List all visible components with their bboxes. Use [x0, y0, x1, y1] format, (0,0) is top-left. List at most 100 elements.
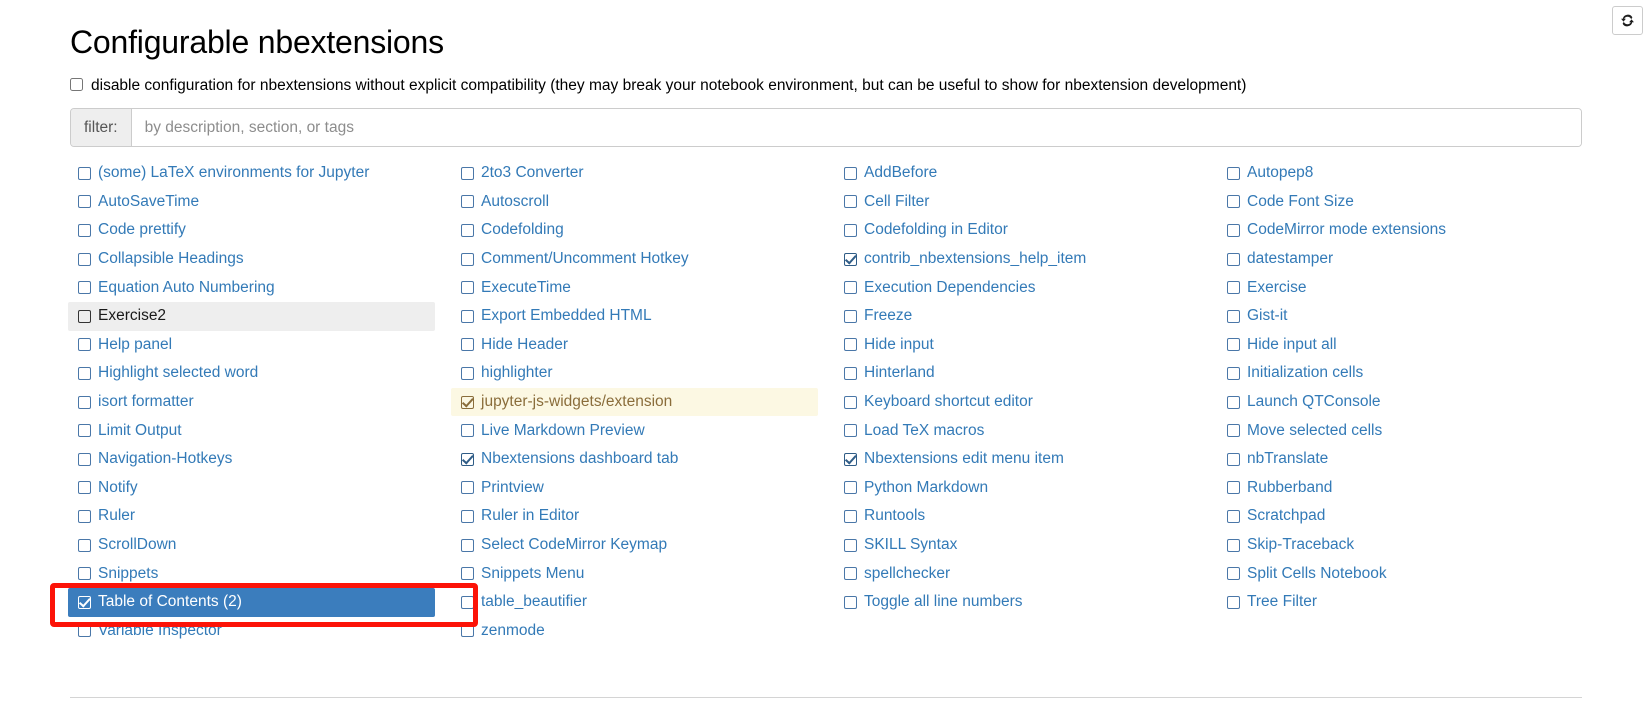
- extension-row[interactable]: Exercise: [1217, 273, 1584, 302]
- extension-row[interactable]: Comment/Uncomment Hotkey: [451, 245, 818, 274]
- checkbox-checked-icon[interactable]: [844, 252, 857, 266]
- extension-row[interactable]: Live Markdown Preview: [451, 416, 818, 445]
- extension-row[interactable]: contrib_nbextensions_help_item: [834, 245, 1201, 274]
- checkbox-unchecked-icon[interactable]: [461, 538, 474, 552]
- checkbox-unchecked-icon[interactable]: [844, 366, 857, 380]
- extension-row[interactable]: ScrollDown: [68, 531, 435, 560]
- checkbox-unchecked-icon[interactable]: [461, 252, 474, 266]
- extension-row[interactable]: Code prettify: [68, 216, 435, 245]
- checkbox-unchecked-icon[interactable]: [1227, 309, 1240, 323]
- extension-row[interactable]: Exercise2: [68, 301, 435, 331]
- checkbox-unchecked-icon[interactable]: [844, 538, 857, 552]
- extension-row[interactable]: Table of Contents (2): [68, 587, 435, 617]
- extension-row[interactable]: Tree Filter: [1217, 588, 1584, 617]
- extension-row[interactable]: Hide input: [834, 331, 1201, 360]
- extension-row[interactable]: Split Cells Notebook: [1217, 559, 1584, 588]
- checkbox-unchecked-icon[interactable]: [78, 452, 91, 466]
- checkbox-unchecked-icon[interactable]: [78, 538, 91, 552]
- checkbox-unchecked-icon[interactable]: [461, 567, 474, 581]
- extension-row[interactable]: spellchecker: [834, 559, 1201, 588]
- checkbox-unchecked-icon[interactable]: [78, 195, 91, 209]
- checkbox-unchecked-icon[interactable]: [844, 166, 857, 180]
- checkbox-unchecked-icon[interactable]: [844, 309, 857, 323]
- checkbox-unchecked-icon[interactable]: [78, 338, 91, 352]
- extension-row[interactable]: Scratchpad: [1217, 502, 1584, 531]
- extension-row[interactable]: Python Markdown: [834, 474, 1201, 503]
- checkbox-unchecked-icon[interactable]: [78, 252, 91, 266]
- extension-row[interactable]: table_beautifier: [451, 588, 818, 617]
- extension-row[interactable]: Collapsible Headings: [68, 245, 435, 274]
- extension-row[interactable]: Runtools: [834, 502, 1201, 531]
- extension-row[interactable]: Toggle all line numbers: [834, 588, 1201, 617]
- checkbox-unchecked-icon[interactable]: [844, 195, 857, 209]
- extension-row[interactable]: Nbextensions dashboard tab: [451, 445, 818, 474]
- extension-row[interactable]: Select CodeMirror Keymap: [451, 531, 818, 560]
- checkbox-unchecked-icon[interactable]: [1227, 338, 1240, 352]
- extension-row[interactable]: Nbextensions edit menu item: [834, 445, 1201, 474]
- checkbox-unchecked-icon[interactable]: [78, 624, 91, 638]
- extension-row[interactable]: Codefolding: [451, 216, 818, 245]
- checkbox-unchecked-icon[interactable]: [1227, 223, 1240, 237]
- checkbox-unchecked-icon[interactable]: [78, 281, 91, 295]
- checkbox-unchecked-icon[interactable]: [461, 509, 474, 523]
- checkbox-unchecked-icon[interactable]: [78, 223, 91, 237]
- checkbox-unchecked-icon[interactable]: [78, 509, 91, 523]
- checkbox-unchecked-icon[interactable]: [78, 366, 91, 380]
- extension-row[interactable]: Hinterland: [834, 359, 1201, 388]
- extension-row[interactable]: Execution Dependencies: [834, 273, 1201, 302]
- extension-row[interactable]: Snippets Menu: [451, 559, 818, 588]
- extension-row[interactable]: datestamper: [1217, 245, 1584, 274]
- extension-row[interactable]: Codefolding in Editor: [834, 216, 1201, 245]
- extension-row[interactable]: AddBefore: [834, 159, 1201, 188]
- extension-row[interactable]: ExecuteTime: [451, 273, 818, 302]
- checkbox-unchecked-icon[interactable]: [1227, 252, 1240, 266]
- filter-input[interactable]: [131, 109, 1581, 146]
- extension-row[interactable]: zenmode: [451, 617, 818, 646]
- extension-row[interactable]: Rubberband: [1217, 474, 1584, 503]
- checkbox-unchecked-icon[interactable]: [461, 481, 474, 495]
- checkbox-unchecked-icon[interactable]: [1227, 567, 1240, 581]
- extension-row[interactable]: Equation Auto Numbering: [68, 273, 435, 302]
- checkbox-unchecked-icon[interactable]: [844, 481, 857, 495]
- extension-row[interactable]: Printview: [451, 474, 818, 503]
- checkbox-unchecked-icon[interactable]: [1227, 538, 1240, 552]
- extension-row[interactable]: 2to3 Converter: [451, 159, 818, 188]
- extension-row[interactable]: Freeze: [834, 302, 1201, 331]
- checkbox-unchecked-icon[interactable]: [1227, 281, 1240, 295]
- extension-row[interactable]: Load TeX macros: [834, 416, 1201, 445]
- checkbox-unchecked-icon[interactable]: [461, 166, 474, 180]
- disable-config-checkbox[interactable]: [70, 78, 83, 91]
- extension-row[interactable]: Limit Output: [68, 416, 435, 445]
- extension-row[interactable]: CodeMirror mode extensions: [1217, 216, 1584, 245]
- checkbox-checked-icon[interactable]: [461, 452, 474, 466]
- checkbox-unchecked-icon[interactable]: [1227, 509, 1240, 523]
- checkbox-unchecked-icon[interactable]: [461, 595, 474, 609]
- extension-row[interactable]: Help panel: [68, 331, 435, 360]
- extension-row[interactable]: Keyboard shortcut editor: [834, 388, 1201, 417]
- extension-row[interactable]: Hide Header: [451, 331, 818, 360]
- checkbox-unchecked-icon[interactable]: [1227, 366, 1240, 380]
- extension-row[interactable]: SKILL Syntax: [834, 531, 1201, 560]
- checkbox-unchecked-icon[interactable]: [461, 223, 474, 237]
- checkbox-unchecked-icon[interactable]: [1227, 166, 1240, 180]
- extension-row[interactable]: Skip-Traceback: [1217, 531, 1584, 560]
- checkbox-unchecked-icon[interactable]: [844, 567, 857, 581]
- checkbox-unchecked-icon[interactable]: [1227, 481, 1240, 495]
- checkbox-unchecked-icon[interactable]: [78, 424, 91, 438]
- checkbox-checked-icon[interactable]: [461, 395, 474, 409]
- extension-row[interactable]: AutoSaveTime: [68, 188, 435, 217]
- checkbox-unchecked-icon[interactable]: [78, 481, 91, 495]
- extension-row[interactable]: Ruler in Editor: [451, 502, 818, 531]
- checkbox-unchecked-icon[interactable]: [461, 366, 474, 380]
- checkbox-unchecked-icon[interactable]: [844, 223, 857, 237]
- checkbox-unchecked-icon[interactable]: [461, 195, 474, 209]
- checkbox-checked-icon[interactable]: [78, 595, 91, 609]
- extension-row[interactable]: Autopep8: [1217, 159, 1584, 188]
- extension-row[interactable]: Navigation-Hotkeys: [68, 445, 435, 474]
- checkbox-unchecked-icon[interactable]: [461, 281, 474, 295]
- checkbox-unchecked-icon[interactable]: [461, 338, 474, 352]
- extension-row[interactable]: (some) LaTeX environments for Jupyter: [68, 159, 435, 188]
- checkbox-unchecked-icon[interactable]: [844, 509, 857, 523]
- disable-config-row[interactable]: disable configuration for nbextensions w…: [0, 76, 1652, 96]
- checkbox-unchecked-icon[interactable]: [78, 309, 91, 323]
